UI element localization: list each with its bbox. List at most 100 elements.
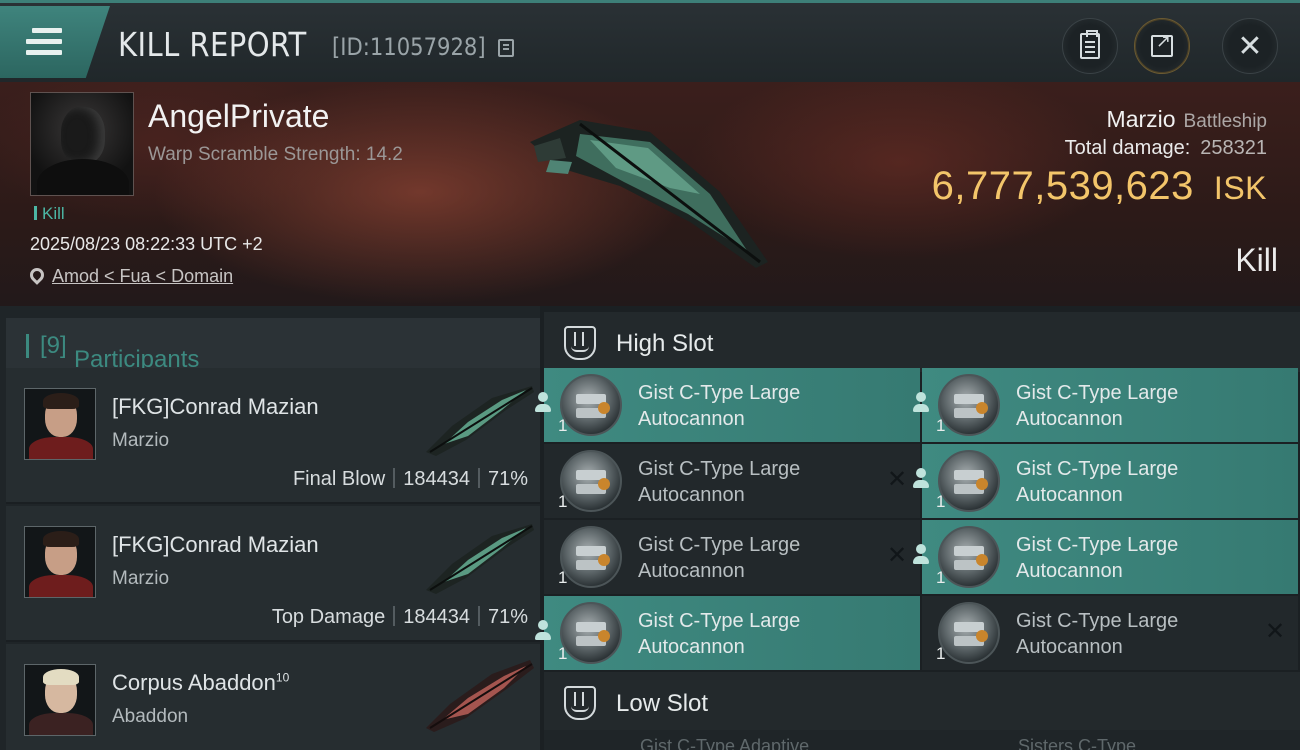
module-name: Gist C-Type Large Autocannon [638,534,801,582]
module-name: Gist C-Type Large Autocannon [1016,610,1179,658]
total-damage-label: Total damage: [1064,137,1191,159]
module-item[interactable]: 1 Gist C-Type Large Autocannon ✕ [544,444,920,518]
victim-ship-image [530,120,768,268]
participant-row[interactable]: [FKG]Conrad Mazian Marzio Final Blow 1844… [6,368,540,504]
low-slot-peek: Gist C-Type Adaptive Sisters C-Type [544,730,1300,750]
total-damage-value: 258321 [1200,137,1267,159]
report-id: [ID:11057928] [332,33,486,61]
location-pin-icon [27,265,47,285]
participant-damage: 184434 [403,606,470,628]
close-button[interactable]: ✕ [1222,18,1278,74]
participant-ship: Marzio [112,568,170,589]
autocannon-icon [938,526,1000,588]
low-slot-icon [564,686,596,720]
module-quantity: 1 [558,568,568,587]
high-slot-header: High Slot [544,312,1300,372]
module-name: Gist C-Type Large Autocannon [638,382,801,430]
participant-ship-image [426,524,534,594]
autocannon-icon [560,374,622,436]
participant-avatar[interactable] [24,664,96,736]
isk-value: 6,777,539,623 [931,164,1194,208]
module-name: Gist C-Type Large Autocannon [1016,534,1179,582]
kill-timestamp: 2025/08/23 08:22:33 UTC +2 [30,234,263,254]
module-item[interactable]: 1 Gist C-Type Large Autocannon [535,368,920,442]
module-item[interactable]: 1 Gist C-Type Large Autocannon [913,444,1298,518]
warp-scramble-strength: Warp Scramble Strength: 14.2 [148,144,403,165]
high-slot-icon [564,326,596,360]
x-icon: ✕ [886,542,908,569]
title-bar: KILL REPORT [ID:11057928] ✕ [0,0,1300,82]
module-name: Gist C-Type Adaptive [640,736,810,750]
module-quantity: 1 [936,568,946,587]
menu-button[interactable] [0,6,110,78]
module-quantity: 1 [936,492,946,511]
module-quantity: 1 [558,416,568,435]
module-item[interactable]: 1 Gist C-Type Large Autocannon ✕ [922,596,1298,670]
victim-ship-name: Marzio [1106,106,1176,132]
participant-name: [FKG]Conrad Mazian [112,532,319,557]
participant-name: [FKG]Conrad Mazian [112,394,319,419]
menu-icon [26,28,62,56]
autocannon-icon [560,602,622,664]
participant-avatar[interactable] [24,388,96,460]
autocannon-icon [560,526,622,588]
x-icon: ✕ [886,466,908,493]
victim-portrait[interactable] [30,92,134,196]
participants-header: Participants [9] [6,318,540,373]
participant-role: Final Blow [292,468,386,490]
participant-ship: Abaddon [112,706,189,727]
participants-panel: Participants [9] [FKG]Conrad Mazian Marz… [0,306,540,750]
participant-stats: Top Damage 184434 71% [272,606,528,629]
module-quantity: 1 [558,644,568,663]
person-icon [910,544,932,568]
module-name: Gist C-Type Large Autocannon [638,458,801,506]
participant-level: 10 [275,670,290,685]
person-icon [910,392,932,416]
module-name: Gist C-Type Large Autocannon [638,610,801,658]
module-name: Gist C-Type Large Autocannon [1016,382,1179,430]
kill-result: Kill [1235,242,1278,278]
x-icon: ✕ [1264,618,1286,645]
participant-percent: 71% [487,606,528,628]
autocannon-icon [938,602,1000,664]
module-item[interactable]: 1 Gist C-Type Large Autocannon [913,520,1298,594]
participant-ship-image [426,660,534,732]
isk-unit: ISK [1213,170,1267,206]
person-icon [532,392,554,416]
autocannon-icon [938,374,1000,436]
participant-avatar[interactable] [24,526,96,598]
victim-summary: Marzio Battleship Total damage: 258321 6,7… [932,106,1267,209]
module-name: Sisters C-Type [1018,736,1137,750]
page-title: KILL REPORT [118,25,307,64]
kill-location[interactable]: Amod < Fua < Domain [27,265,233,287]
module-quantity: 1 [558,492,568,511]
participant-ship: Marzio [112,430,170,451]
victim-ship-class: Battleship [1183,111,1267,132]
low-slot-header: Low Slot [544,672,1300,732]
copy-icon[interactable] [498,39,514,57]
high-slot-title: High Slot [616,330,714,357]
autocannon-icon [938,450,1000,512]
fitting-panel: High Slot 1 Gist C-Type Large Autocannon … [535,306,1300,750]
person-icon [910,468,932,492]
module-item[interactable]: 1 Gist C-Type Large Autocannon [913,368,1298,442]
module-name: Gist C-Type Large Autocannon [1016,458,1179,506]
autocannon-icon [560,450,622,512]
participants-count: [9] [40,332,67,359]
module-item[interactable]: 1 Gist C-Type Large Autocannon [535,596,920,670]
participant-role: Top Damage [271,606,386,628]
share-button[interactable] [1134,18,1190,74]
module-item[interactable]: 1 Gist C-Type Large Autocannon ✕ [544,520,920,594]
participant-stats: Final Blow 184434 71% [293,468,528,491]
participant-row[interactable]: Corpus Abaddon10 Abaddon [6,644,540,750]
location-link[interactable]: Amod < Fua < Domain [52,266,233,286]
participant-percent: 71% [487,468,528,490]
share-icon [1151,31,1173,57]
kill-tag: Kill [34,204,65,224]
clipboard-icon [1080,30,1100,59]
module-quantity: 1 [936,644,946,663]
participant-row[interactable]: [FKG]Conrad Mazian Marzio Top Damage 1844… [6,506,540,642]
module-quantity: 1 [936,416,946,435]
victim-name[interactable]: AngelPrivate [148,98,329,135]
clipboard-button[interactable] [1062,18,1118,74]
